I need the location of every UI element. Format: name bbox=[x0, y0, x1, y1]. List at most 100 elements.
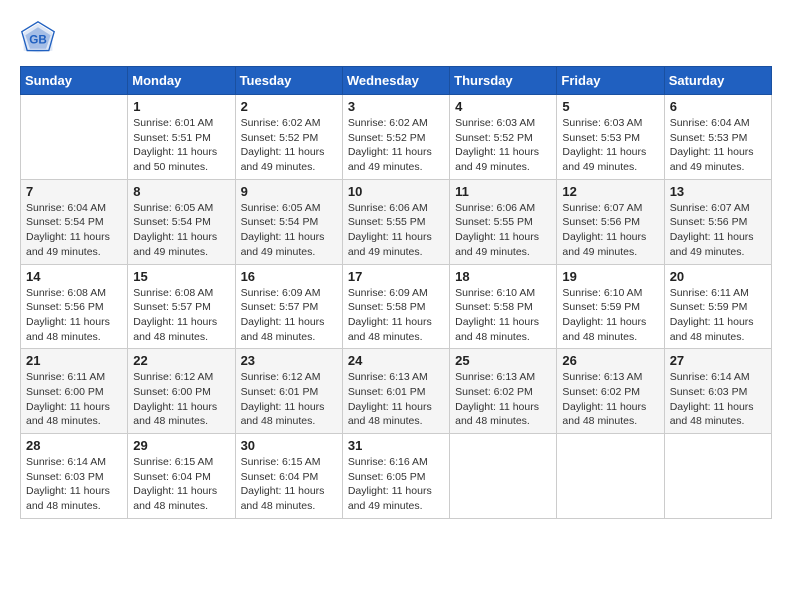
day-number: 29 bbox=[133, 438, 229, 453]
calendar-cell: 23 Sunrise: 6:12 AMSunset: 6:01 PMDayligh… bbox=[235, 349, 342, 434]
day-number: 12 bbox=[562, 184, 658, 199]
day-info: Sunrise: 6:15 AMSunset: 6:04 PMDaylight:… bbox=[133, 455, 229, 514]
svg-text:GB: GB bbox=[29, 33, 47, 46]
day-info: Sunrise: 6:02 AMSunset: 5:52 PMDaylight:… bbox=[241, 116, 337, 175]
weekday-header-sunday: Sunday bbox=[21, 67, 128, 95]
calendar-cell: 17Sunrise: 6:09 AMSunset: 5:58 PMDayligh… bbox=[342, 264, 449, 349]
day-number: 21 bbox=[26, 353, 122, 368]
logo: GB bbox=[20, 20, 62, 56]
calendar-cell bbox=[21, 95, 128, 180]
day-info: Sunrise: 6:12 AMSunset: 6:00 PMDaylight:… bbox=[133, 370, 229, 429]
calendar-cell bbox=[664, 434, 771, 519]
day-info: Sunrise: 6:09 AMSunset: 5:58 PMDaylight:… bbox=[348, 286, 444, 345]
calendar-cell bbox=[450, 434, 557, 519]
day-number: 28 bbox=[26, 438, 122, 453]
day-info: Sunrise: 6:03 AMSunset: 5:52 PMDaylight:… bbox=[455, 116, 551, 175]
calendar-cell bbox=[557, 434, 664, 519]
day-number: 14 bbox=[26, 269, 122, 284]
calendar-cell: 4 Sunrise: 6:03 AMSunset: 5:52 PMDaylight… bbox=[450, 95, 557, 180]
day-number: 4 bbox=[455, 99, 551, 114]
calendar-cell: 18 Sunrise: 6:10 AMSunset: 5:58 PMDayligh… bbox=[450, 264, 557, 349]
day-number: 20 bbox=[670, 269, 766, 284]
day-info: Sunrise: 6:09 AMSunset: 5:57 PMDaylight:… bbox=[241, 286, 337, 345]
day-info: Sunrise: 6:15 AMSunset: 6:04 PMDaylight:… bbox=[241, 455, 337, 514]
calendar-cell: 20 Sunrise: 6:11 AMSunset: 5:59 PMDayligh… bbox=[664, 264, 771, 349]
day-number: 5 bbox=[562, 99, 658, 114]
day-number: 10 bbox=[348, 184, 444, 199]
day-number: 19 bbox=[562, 269, 658, 284]
week-row-1: 1 Sunrise: 6:01 AMSunset: 5:51 PMDaylight… bbox=[21, 95, 772, 180]
day-number: 18 bbox=[455, 269, 551, 284]
day-info: Sunrise: 6:10 AMSunset: 5:59 PMDaylight:… bbox=[562, 286, 658, 345]
day-number: 24 bbox=[348, 353, 444, 368]
day-number: 23 bbox=[241, 353, 337, 368]
day-number: 1 bbox=[133, 99, 229, 114]
calendar-cell: 9Sunrise: 6:05 AMSunset: 5:54 PMDaylight… bbox=[235, 179, 342, 264]
calendar-cell: 6 Sunrise: 6:04 AMSunset: 5:53 PMDaylight… bbox=[664, 95, 771, 180]
day-info: Sunrise: 6:05 AMSunset: 5:54 PMDaylight:… bbox=[133, 201, 229, 260]
calendar-cell: 26 Sunrise: 6:13 AMSunset: 6:02 PMDayligh… bbox=[557, 349, 664, 434]
day-info: Sunrise: 6:05 AMSunset: 5:54 PMDaylight:… bbox=[241, 201, 337, 260]
day-number: 26 bbox=[562, 353, 658, 368]
day-info: Sunrise: 6:02 AMSunset: 5:52 PMDaylight:… bbox=[348, 116, 444, 175]
day-info: Sunrise: 6:08 AMSunset: 5:57 PMDaylight:… bbox=[133, 286, 229, 345]
calendar-cell: 13 Sunrise: 6:07 AMSunset: 5:56 PMDayligh… bbox=[664, 179, 771, 264]
calendar-cell: 10Sunrise: 6:06 AMSunset: 5:55 PMDayligh… bbox=[342, 179, 449, 264]
day-info: Sunrise: 6:03 AMSunset: 5:53 PMDaylight:… bbox=[562, 116, 658, 175]
week-row-3: 14 Sunrise: 6:08 AMSunset: 5:56 PMDayligh… bbox=[21, 264, 772, 349]
day-info: Sunrise: 6:04 AMSunset: 5:53 PMDaylight:… bbox=[670, 116, 766, 175]
weekday-header-wednesday: Wednesday bbox=[342, 67, 449, 95]
calendar-cell: 29 Sunrise: 6:15 AMSunset: 6:04 PMDayligh… bbox=[128, 434, 235, 519]
day-number: 8 bbox=[133, 184, 229, 199]
calendar-cell: 24Sunrise: 6:13 AMSunset: 6:01 PMDayligh… bbox=[342, 349, 449, 434]
day-info: Sunrise: 6:13 AMSunset: 6:02 PMDaylight:… bbox=[562, 370, 658, 429]
day-number: 6 bbox=[670, 99, 766, 114]
calendar-cell: 30 Sunrise: 6:15 AMSunset: 6:04 PMDayligh… bbox=[235, 434, 342, 519]
weekday-header-saturday: Saturday bbox=[664, 67, 771, 95]
day-number: 11 bbox=[455, 184, 551, 199]
calendar-cell: 19 Sunrise: 6:10 AMSunset: 5:59 PMDayligh… bbox=[557, 264, 664, 349]
day-number: 16 bbox=[241, 269, 337, 284]
calendar-cell: 14 Sunrise: 6:08 AMSunset: 5:56 PMDayligh… bbox=[21, 264, 128, 349]
day-info: Sunrise: 6:12 AMSunset: 6:01 PMDaylight:… bbox=[241, 370, 337, 429]
weekday-header-thursday: Thursday bbox=[450, 67, 557, 95]
weekday-header-monday: Monday bbox=[128, 67, 235, 95]
weekday-header-row: SundayMondayTuesdayWednesdayThursdayFrid… bbox=[21, 67, 772, 95]
logo-icon: GB bbox=[20, 20, 56, 56]
calendar-cell: 7Sunrise: 6:04 AMSunset: 5:54 PMDaylight… bbox=[21, 179, 128, 264]
weekday-header-tuesday: Tuesday bbox=[235, 67, 342, 95]
weekday-header-friday: Friday bbox=[557, 67, 664, 95]
calendar-cell: 31Sunrise: 6:16 AMSunset: 6:05 PMDayligh… bbox=[342, 434, 449, 519]
day-info: Sunrise: 6:01 AMSunset: 5:51 PMDaylight:… bbox=[133, 116, 229, 175]
calendar-cell: 2 Sunrise: 6:02 AMSunset: 5:52 PMDaylight… bbox=[235, 95, 342, 180]
calendar-cell: 22Sunrise: 6:12 AMSunset: 6:00 PMDayligh… bbox=[128, 349, 235, 434]
day-info: Sunrise: 6:07 AMSunset: 5:56 PMDaylight:… bbox=[670, 201, 766, 260]
day-info: Sunrise: 6:08 AMSunset: 5:56 PMDaylight:… bbox=[26, 286, 122, 345]
day-info: Sunrise: 6:06 AMSunset: 5:55 PMDaylight:… bbox=[455, 201, 551, 260]
calendar-cell: 15 Sunrise: 6:08 AMSunset: 5:57 PMDayligh… bbox=[128, 264, 235, 349]
page-header: GB bbox=[20, 20, 772, 56]
day-info: Sunrise: 6:10 AMSunset: 5:58 PMDaylight:… bbox=[455, 286, 551, 345]
day-number: 15 bbox=[133, 269, 229, 284]
calendar-cell: 25Sunrise: 6:13 AMSunset: 6:02 PMDayligh… bbox=[450, 349, 557, 434]
calendar-cell: 8 Sunrise: 6:05 AMSunset: 5:54 PMDaylight… bbox=[128, 179, 235, 264]
calendar-cell: 3 Sunrise: 6:02 AMSunset: 5:52 PMDaylight… bbox=[342, 95, 449, 180]
calendar-cell: 28 Sunrise: 6:14 AMSunset: 6:03 PMDayligh… bbox=[21, 434, 128, 519]
day-number: 30 bbox=[241, 438, 337, 453]
day-number: 7 bbox=[26, 184, 122, 199]
day-info: Sunrise: 6:13 AMSunset: 6:02 PMDaylight:… bbox=[455, 370, 551, 429]
day-info: Sunrise: 6:11 AMSunset: 5:59 PMDaylight:… bbox=[670, 286, 766, 345]
calendar-cell: 5 Sunrise: 6:03 AMSunset: 5:53 PMDaylight… bbox=[557, 95, 664, 180]
day-number: 3 bbox=[348, 99, 444, 114]
day-number: 27 bbox=[670, 353, 766, 368]
day-info: Sunrise: 6:14 AMSunset: 6:03 PMDaylight:… bbox=[26, 455, 122, 514]
calendar-cell: 27Sunrise: 6:14 AMSunset: 6:03 PMDayligh… bbox=[664, 349, 771, 434]
day-number: 2 bbox=[241, 99, 337, 114]
day-info: Sunrise: 6:11 AMSunset: 6:00 PMDaylight:… bbox=[26, 370, 122, 429]
calendar-cell: 16 Sunrise: 6:09 AMSunset: 5:57 PMDayligh… bbox=[235, 264, 342, 349]
day-info: Sunrise: 6:07 AMSunset: 5:56 PMDaylight:… bbox=[562, 201, 658, 260]
week-row-4: 21 Sunrise: 6:11 AMSunset: 6:00 PMDayligh… bbox=[21, 349, 772, 434]
calendar-table: SundayMondayTuesdayWednesdayThursdayFrid… bbox=[20, 66, 772, 519]
calendar-cell: 21 Sunrise: 6:11 AMSunset: 6:00 PMDayligh… bbox=[21, 349, 128, 434]
day-number: 13 bbox=[670, 184, 766, 199]
